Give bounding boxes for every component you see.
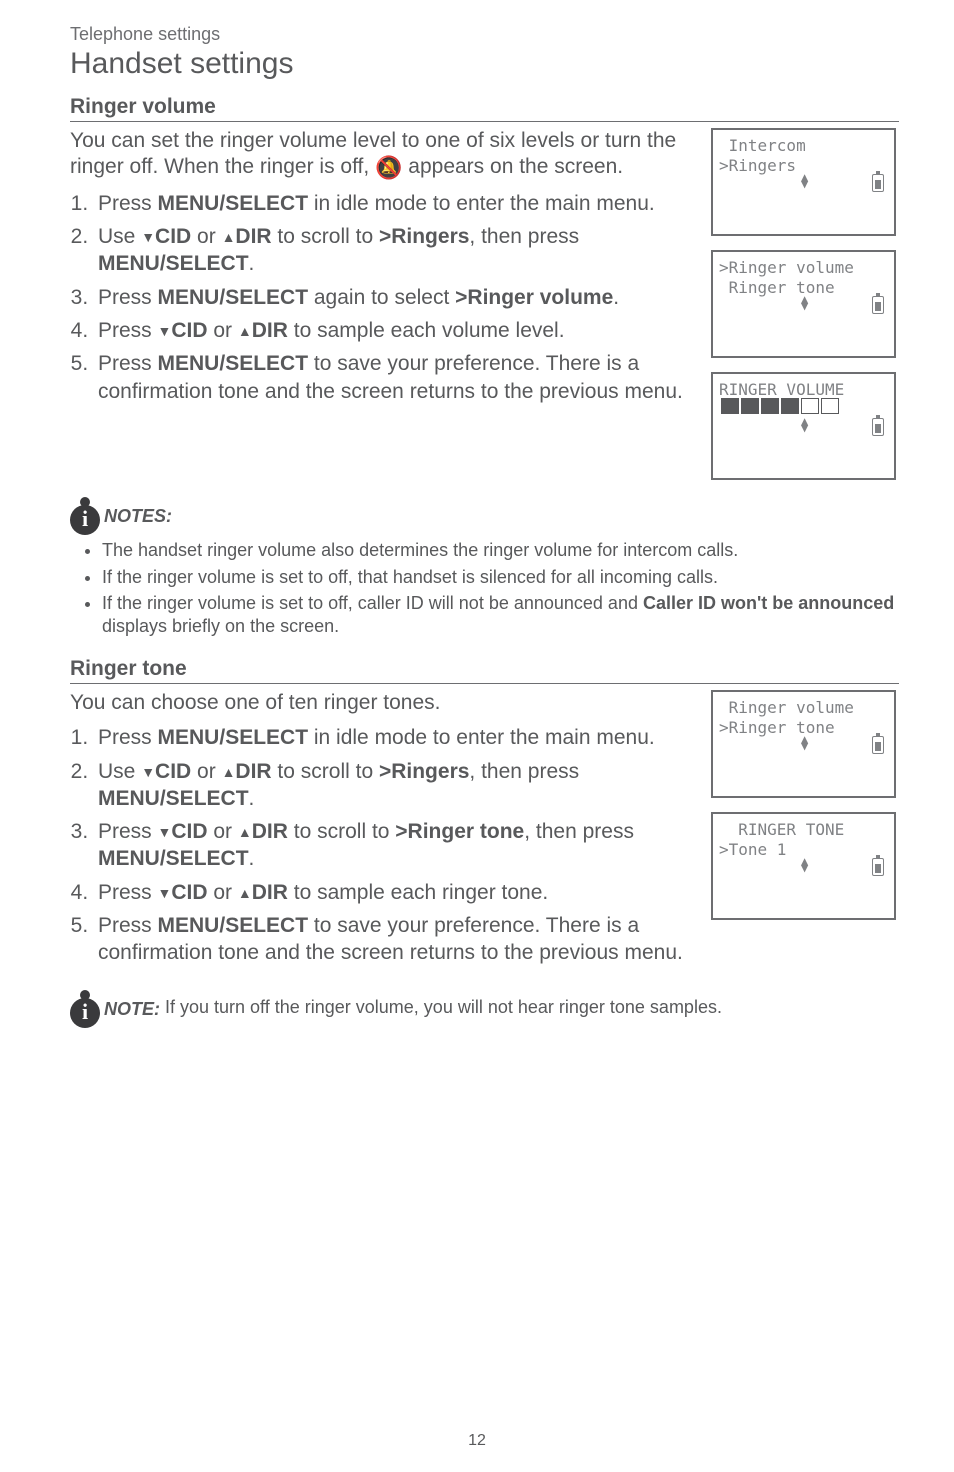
rv-intro: You can set the ringer volume level to o… — [70, 128, 691, 182]
rt-step-2: Use ▼CID or ▲DIR to scroll to >Ringers, … — [94, 758, 691, 813]
rv-intro-b: appears on the screen. — [402, 155, 623, 178]
rv-step-2: Use ▼CID or ▲DIR to scroll to >Ringers, … — [94, 223, 691, 278]
breadcrumb: Telephone settings — [70, 24, 899, 45]
battery-icon — [872, 296, 884, 314]
page-number: 12 — [0, 1432, 954, 1450]
info-icon: i — [70, 505, 100, 535]
battery-icon — [872, 174, 884, 192]
up-triangle-icon: ▲ — [238, 885, 252, 901]
notes-label: NOTES: — [104, 506, 172, 527]
lcd-line: >Ringer volume — [719, 258, 890, 278]
rt-step-5: Press MENU/SELECT to save your preferenc… — [94, 912, 691, 967]
note-item: The handset ringer volume also determine… — [102, 539, 899, 562]
up-triangle-icon: ▲ — [222, 229, 236, 245]
rv-step-4: Press ▼CID or ▲DIR to sample each volume… — [94, 317, 691, 344]
up-triangle-icon: ▲ — [238, 323, 252, 339]
down-triangle-icon: ▼ — [141, 229, 155, 245]
rv-step-1: Press MENU/SELECT in idle mode to enter … — [94, 190, 691, 217]
lcd-ringer-tone-menu: Ringer volume >Ringer tone ▲▼ — [711, 690, 896, 798]
lcd-ringer-volume-level: RINGER VOLUME ▲▼ — [711, 372, 896, 480]
down-triangle-icon: ▼ — [141, 764, 155, 780]
updown-arrows-icon: ▲▼ — [801, 174, 808, 192]
rt-note: iNOTE: If you turn off the ringer volume… — [70, 995, 899, 1028]
lcd-ringer-volume-menu: >Ringer volume Ringer tone ▲▼ — [711, 250, 896, 358]
note-label: NOTE: — [104, 999, 160, 1020]
rt-step-1: Press MENU/SELECT in idle mode to enter … — [94, 724, 691, 751]
rv-steps: Press MENU/SELECT in idle mode to enter … — [70, 190, 691, 405]
rt-intro: You can choose one of ten ringer tones. — [70, 690, 691, 716]
updown-arrows-icon: ▲▼ — [801, 736, 808, 754]
rt-steps: Press MENU/SELECT in idle mode to enter … — [70, 724, 691, 966]
rt-step-4: Press ▼CID or ▲DIR to sample each ringer… — [94, 879, 691, 906]
page-title: Handset settings — [70, 47, 899, 81]
volume-bar — [721, 398, 890, 414]
lcd-intercom-ringers: Intercom >Ringers ▲▼ — [711, 128, 896, 236]
down-triangle-icon: ▼ — [158, 885, 172, 901]
rv-step-5: Press MENU/SELECT to save your preferenc… — [94, 350, 691, 405]
lcd-line: RINGER VOLUME — [719, 380, 890, 400]
note-item: If the ringer volume is set to off, that… — [102, 566, 899, 589]
lcd-line: Ringer volume — [719, 698, 890, 718]
up-triangle-icon: ▲ — [222, 764, 236, 780]
battery-icon — [872, 418, 884, 436]
down-triangle-icon: ▼ — [158, 323, 172, 339]
rt-step-3: Press ▼CID or ▲DIR to scroll to >Ringer … — [94, 818, 691, 873]
ringer-volume-heading: Ringer volume — [70, 95, 899, 122]
rv-notes: iNOTES: The handset ringer volume also d… — [70, 502, 899, 637]
battery-icon — [872, 736, 884, 754]
bell-off-icon: 🔕 — [375, 155, 402, 180]
rv-step-3: Press MENU/SELECT again to select >Ringe… — [94, 284, 691, 311]
down-triangle-icon: ▼ — [158, 824, 172, 840]
up-triangle-icon: ▲ — [238, 824, 252, 840]
updown-arrows-icon: ▲▼ — [801, 418, 808, 436]
updown-arrows-icon: ▲▼ — [801, 296, 808, 314]
note-item: If the ringer volume is set to off, call… — [102, 592, 899, 637]
lcd-ringer-tone-select: RINGER TONE >Tone 1 ▲▼ — [711, 812, 896, 920]
lcd-line: Intercom — [719, 136, 890, 156]
note-text: If you turn off the ringer volume, you w… — [160, 997, 722, 1017]
ringer-tone-heading: Ringer tone — [70, 657, 899, 684]
lcd-line: RINGER TONE — [719, 820, 890, 840]
updown-arrows-icon: ▲▼ — [801, 858, 808, 876]
info-icon: i — [70, 998, 100, 1028]
battery-icon — [872, 858, 884, 876]
